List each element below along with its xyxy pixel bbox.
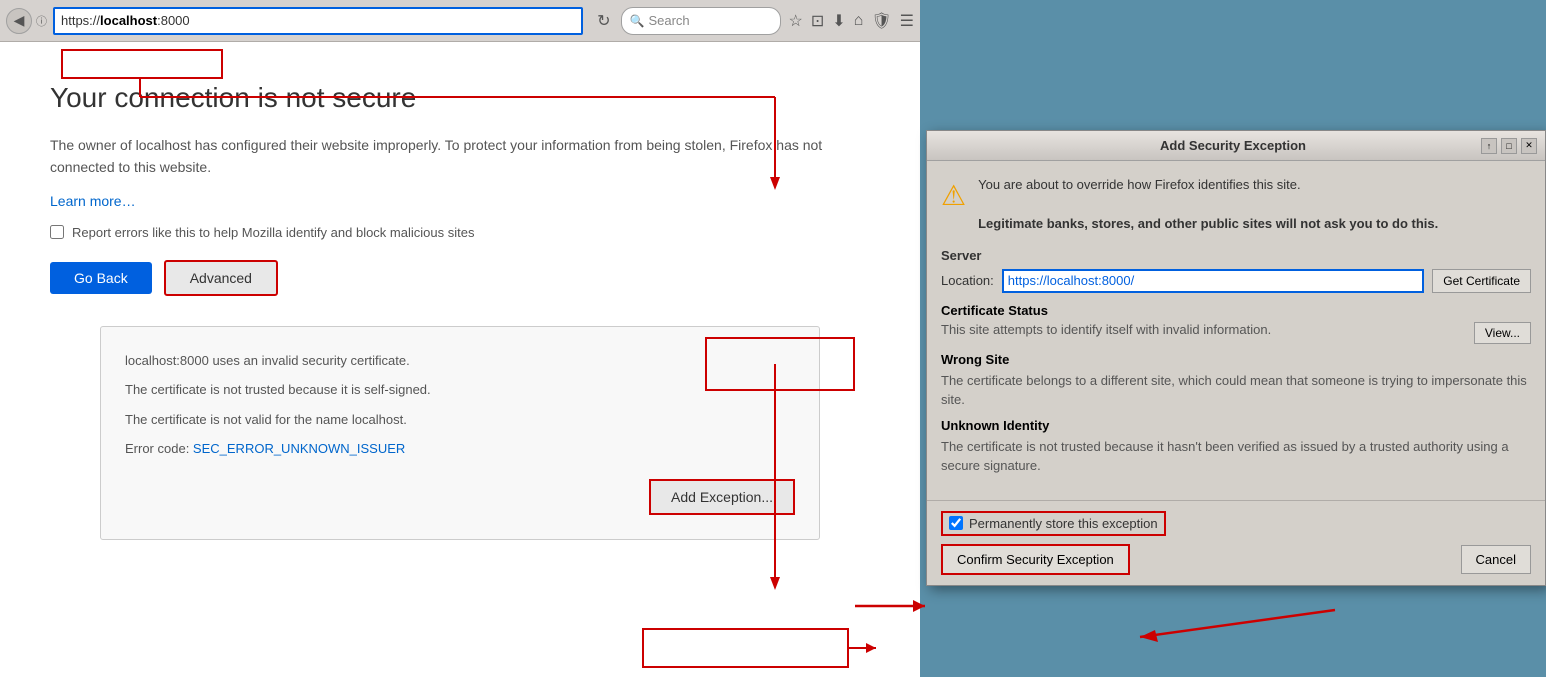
search-placeholder: Search xyxy=(648,13,689,28)
learn-more-link[interactable]: Learn more… xyxy=(50,193,136,209)
cert-status-text: This site attempts to identify itself wi… xyxy=(941,322,1271,337)
checkbox-label: Report errors like this to help Mozilla … xyxy=(72,225,474,240)
dialog-body: ⚠ You are about to override how Firefox … xyxy=(927,161,1545,500)
location-input[interactable] xyxy=(1002,269,1425,293)
shield-icon[interactable]: 🛡 xyxy=(871,11,891,31)
button-row: Go Back Advanced xyxy=(50,260,870,296)
dialog-title-text: Add Security Exception xyxy=(985,138,1481,153)
address-bar[interactable]: https://localhost:8000 xyxy=(53,7,583,35)
dialog-titlebar: Add Security Exception ↑ □ ✕ xyxy=(927,131,1545,161)
go-back-button[interactable]: Go Back xyxy=(50,262,152,294)
security-exception-dialog: Add Security Exception ↑ □ ✕ ⚠ You are a… xyxy=(926,130,1546,586)
server-section: Server Location: Get Certificate xyxy=(941,248,1531,293)
cert-status-title: Certificate Status xyxy=(941,303,1531,318)
dialog-footer-inner: Permanently store this exception Confirm… xyxy=(941,511,1531,575)
cert-status-section: Certificate Status This site attempts to… xyxy=(941,303,1531,476)
reload-button[interactable]: ↻ xyxy=(591,9,616,33)
wrong-site-text: The certificate belongs to a different s… xyxy=(941,371,1531,410)
warning-text: You are about to override how Firefox id… xyxy=(978,175,1438,234)
menu-icon[interactable]: ☰ xyxy=(900,11,914,31)
server-section-title: Server xyxy=(941,248,1531,263)
advanced-button[interactable]: Advanced xyxy=(164,260,278,296)
dialog-up-button[interactable]: ↑ xyxy=(1481,138,1497,154)
footer-bottom-row: Confirm Security Exception Cancel xyxy=(941,544,1531,575)
error-code-text: Error code: SEC_ERROR_UNKNOWN_ISSUER xyxy=(125,439,795,459)
dialog-close-button[interactable]: ✕ xyxy=(1521,138,1537,154)
view-button[interactable]: View... xyxy=(1474,322,1531,344)
wrong-site-title: Wrong Site xyxy=(941,352,1531,367)
location-label: Location: xyxy=(941,273,994,288)
star-icon[interactable]: ☆ xyxy=(789,11,803,31)
download-icon[interactable]: ⬇ xyxy=(832,11,845,31)
cancel-button[interactable]: Cancel xyxy=(1461,545,1531,574)
error-page: Your connection is not secure The owner … xyxy=(0,42,920,580)
report-errors-checkbox[interactable] xyxy=(50,225,64,239)
error-description: The owner of localhost has configured th… xyxy=(50,134,830,179)
advanced-line1: localhost:8000 uses an invalid security … xyxy=(125,351,795,371)
dialog-footer: Permanently store this exception Confirm… xyxy=(927,500,1545,585)
permanently-row: Permanently store this exception xyxy=(941,511,1166,536)
warning-icon: ⚠ xyxy=(941,179,966,212)
advanced-panel: localhost:8000 uses an invalid security … xyxy=(100,326,820,540)
home-icon[interactable]: ⌂ xyxy=(854,12,864,30)
dialog-maximize-button[interactable]: □ xyxy=(1501,138,1517,154)
confirm-security-exception-button[interactable]: Confirm Security Exception xyxy=(941,544,1130,575)
browser-content: Your connection is not secure The owner … xyxy=(0,42,920,677)
browser-toolbar: ◀ ⓘ https://localhost:8000 ↻ 🔍 Search ☆ … xyxy=(0,0,920,42)
unknown-identity-section: Unknown Identity The certificate is not … xyxy=(941,418,1531,476)
browser-window: ◀ ⓘ https://localhost:8000 ↻ 🔍 Search ☆ … xyxy=(0,0,920,677)
search-bar[interactable]: 🔍 Search xyxy=(621,7,781,35)
permanently-store-checkbox[interactable] xyxy=(949,516,963,530)
footer-top-row: Permanently store this exception xyxy=(941,511,1531,536)
warning-intro: You are about to override how Firefox id… xyxy=(978,177,1301,192)
location-row: Location: Get Certificate xyxy=(941,269,1531,293)
toolbar-icons: ☆ ⊡ ⬇ ⌂ 🛡 ☰ xyxy=(789,11,914,31)
advanced-line3: The certificate is not valid for the nam… xyxy=(125,410,795,430)
search-icon: 🔍 xyxy=(630,14,645,28)
unknown-identity-title: Unknown Identity xyxy=(941,418,1531,433)
titlebar-buttons: ↑ □ ✕ xyxy=(1481,138,1537,154)
unknown-identity-text: The certificate is not trusted because i… xyxy=(941,437,1531,476)
dialog-warning-row: ⚠ You are about to override how Firefox … xyxy=(941,175,1531,234)
url-text: https://localhost:8000 xyxy=(61,13,190,28)
error-title: Your connection is not secure xyxy=(50,82,870,114)
warning-bold: Legitimate banks, stores, and other publ… xyxy=(978,216,1438,231)
back-button[interactable]: ◀ xyxy=(6,8,32,34)
pocket-icon[interactable]: ⊡ xyxy=(811,11,824,31)
add-exception-button[interactable]: Add Exception... xyxy=(649,479,795,515)
error-code-link[interactable]: SEC_ERROR_UNKNOWN_ISSUER xyxy=(193,441,405,456)
checkbox-row: Report errors like this to help Mozilla … xyxy=(50,225,870,240)
permanently-label: Permanently store this exception xyxy=(969,516,1158,531)
get-certificate-button[interactable]: Get Certificate xyxy=(1432,269,1531,293)
advanced-line2: The certificate is not trusted because i… xyxy=(125,380,795,400)
wrong-site-section: Wrong Site The certificate belongs to a … xyxy=(941,352,1531,410)
info-icon: ⓘ xyxy=(36,13,47,29)
